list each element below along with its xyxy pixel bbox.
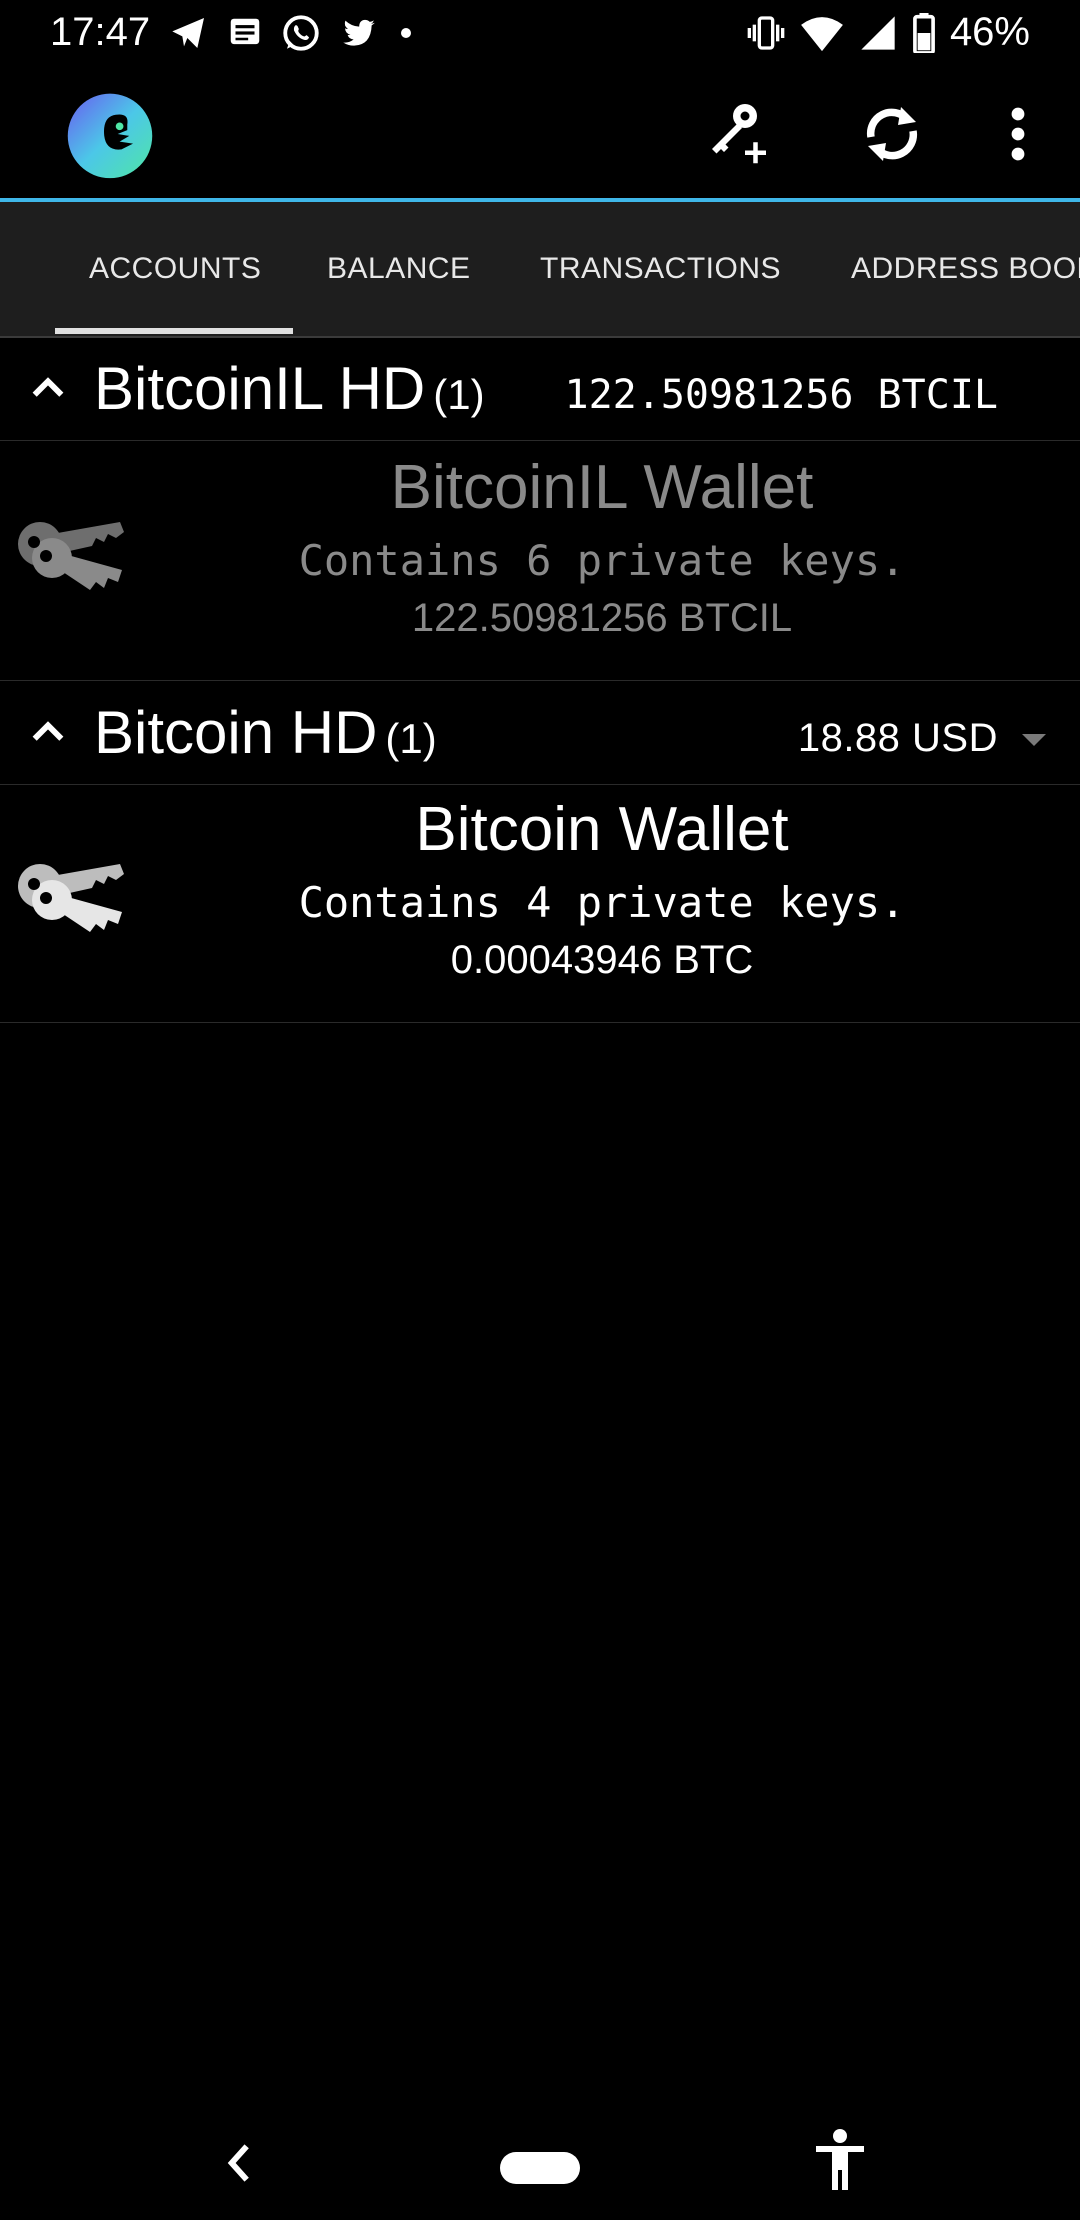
signal-icon <box>861 15 895 50</box>
account-keys-count: Contains 4 private keys. <box>298 878 906 927</box>
battery-percent: 46% <box>949 10 1030 54</box>
account-name: BitcoinIL Wallet <box>390 453 814 522</box>
status-bar: 17:47 46% <box>0 0 1080 66</box>
refresh-button[interactable] <box>852 94 932 174</box>
account-balance: 122.50981256 BTCIL <box>411 596 793 640</box>
accessibility-icon[interactable] <box>812 2128 868 2192</box>
app-logo[interactable] <box>62 86 158 182</box>
group-name: Bitcoin HD <box>94 699 378 766</box>
tab-address-book[interactable]: ADDRESS BOOK <box>851 202 1080 336</box>
dot-icon <box>401 28 411 38</box>
group-count: (1) <box>433 371 485 418</box>
group-title: Bitcoin HD (1) <box>94 698 437 767</box>
back-icon[interactable] <box>220 2138 260 2188</box>
app-bar <box>0 66 1080 200</box>
system-nav-bar <box>0 2110 1080 2220</box>
tab-transactions[interactable]: TRANSACTIONS <box>540 202 781 336</box>
add-key-icon <box>712 104 766 164</box>
tab-indicator <box>55 328 293 334</box>
overflow-menu-button[interactable] <box>978 94 1058 174</box>
account-row-bitcoin-wallet[interactable]: Bitcoin Wallet Contains 4 private keys. … <box>0 784 1080 1023</box>
tab-accounts[interactable]: ACCOUNTS <box>89 202 261 336</box>
group-title: BitcoinIL HD (1) <box>94 354 485 423</box>
account-row-bitcoinil-wallet[interactable]: BitcoinIL Wallet Contains 6 private keys… <box>0 442 1080 681</box>
system-icons: 46% <box>746 10 1030 55</box>
twitter-icon <box>343 19 375 46</box>
home-pill[interactable] <box>500 2152 580 2184</box>
group-balance-selector[interactable]: 18.88 USD <box>798 716 998 761</box>
add-key-button[interactable] <box>696 94 776 174</box>
group-header-bitcoin[interactable]: Bitcoin HD (1) 18.88 USD <box>0 682 1080 785</box>
dropdown-caret-icon[interactable] <box>1022 734 1046 746</box>
battery-icon <box>913 12 935 53</box>
group-balance: 122.50981256 BTCIL <box>564 372 998 418</box>
messages-icon <box>230 18 260 45</box>
chevron-up-icon[interactable] <box>28 712 68 752</box>
tab-balance[interactable]: BALANCE <box>327 202 471 336</box>
telegram-icon <box>172 18 204 48</box>
account-balance: 0.00043946 BTC <box>450 938 754 982</box>
notification-icons <box>168 12 416 54</box>
chevron-up-icon[interactable] <box>28 368 68 408</box>
whatsapp-icon <box>283 15 319 51</box>
tab-bar: ACCOUNTS BALANCE TRANSACTIONS ADDRESS BO… <box>0 202 1080 338</box>
group-count: (1) <box>385 715 437 762</box>
vibrate-icon <box>747 15 785 50</box>
refresh-icon <box>866 107 918 161</box>
overflow-menu-icon <box>1011 107 1025 161</box>
wifi-icon <box>801 16 843 51</box>
group-header-bitcoinil[interactable]: BitcoinIL HD (1) 122.50981256 BTCIL <box>0 338 1080 441</box>
account-keys-count: Contains 6 private keys. <box>298 536 906 585</box>
group-name: BitcoinIL HD <box>94 355 426 422</box>
status-time: 17:47 <box>50 10 151 54</box>
screen: 17:47 46% ACCOUNTS BALANCE TRANSACTIONS … <box>0 0 1080 2220</box>
account-name: Bitcoin Wallet <box>415 795 789 864</box>
